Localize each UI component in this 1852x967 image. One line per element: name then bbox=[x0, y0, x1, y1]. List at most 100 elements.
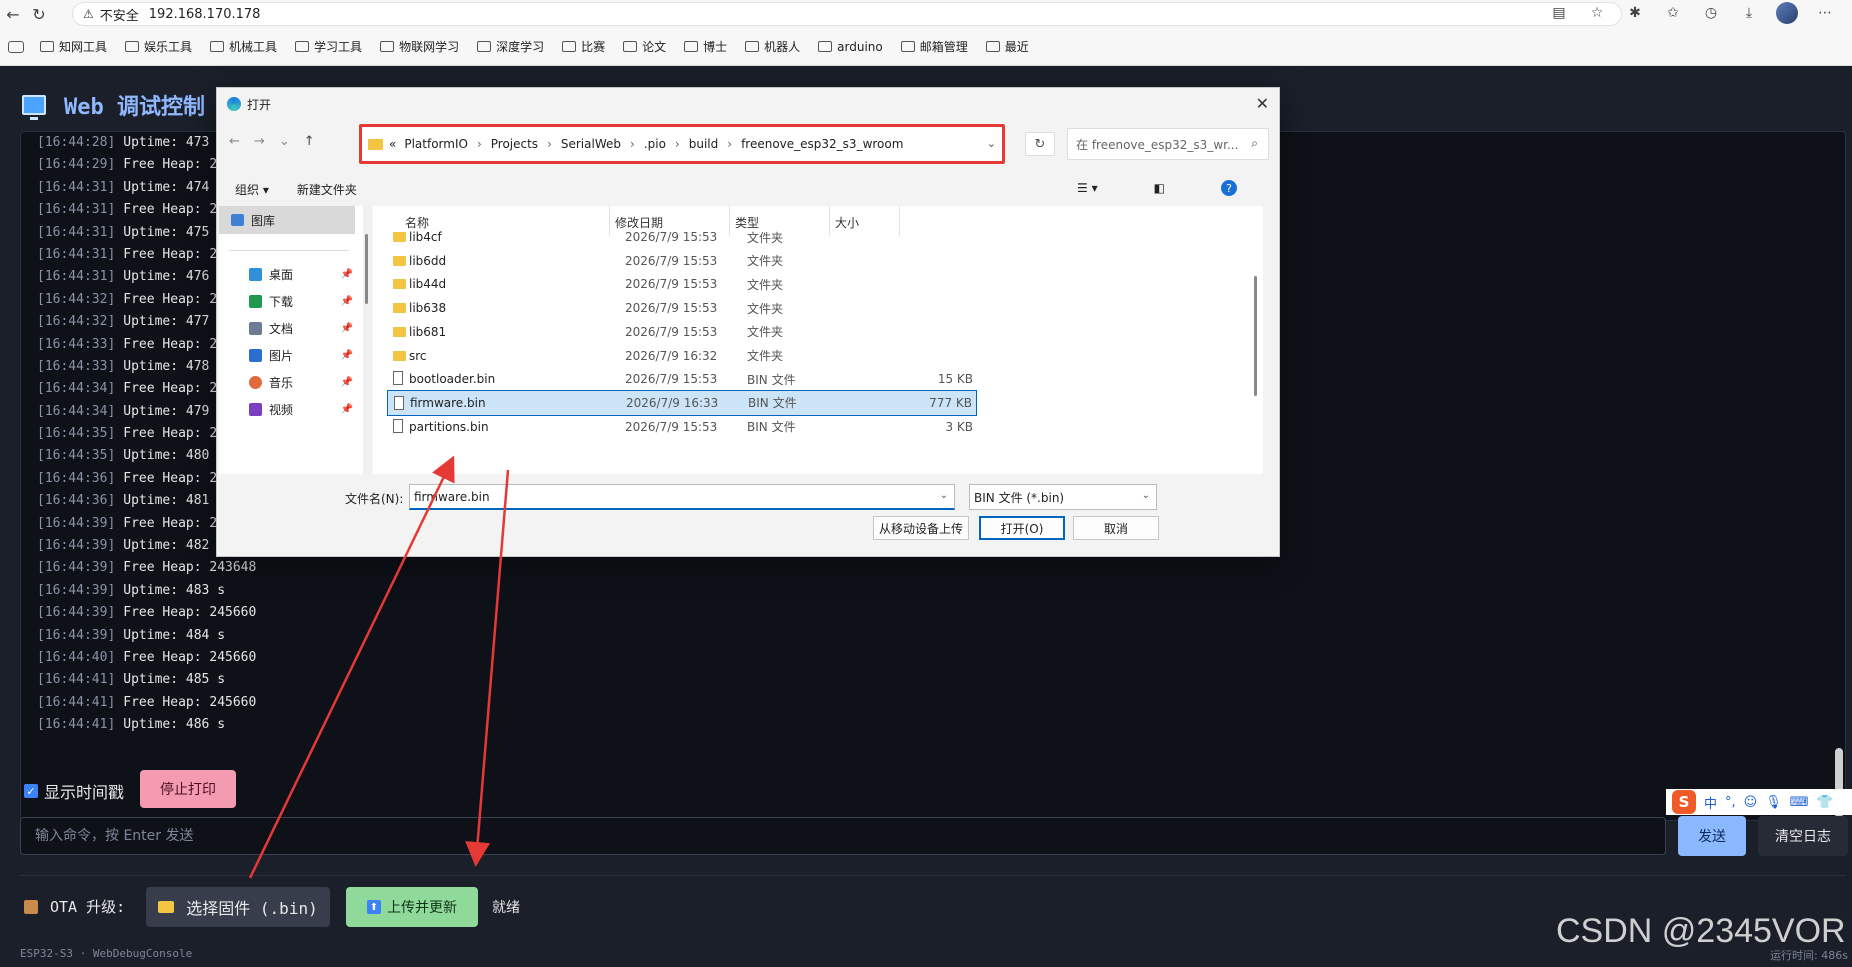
file-date: 2026/7/9 15:53 bbox=[625, 324, 718, 339]
bookmark-item[interactable]: 比赛 bbox=[562, 38, 605, 55]
file-row[interactable]: bootloader.bin 2026/7/9 15:53 BIN 文件 15 KB bbox=[387, 366, 977, 392]
help-icon[interactable]: ? bbox=[1221, 180, 1237, 196]
skin-icon[interactable]: 👕 bbox=[1817, 795, 1833, 810]
folder-icon bbox=[393, 255, 406, 266]
view-menu-icon[interactable]: ☰ ▾ bbox=[1077, 181, 1098, 195]
dialog-title-bar: 打开 ✕ bbox=[217, 88, 1279, 120]
bookmark-item[interactable]: arduino bbox=[818, 40, 883, 54]
reload-icon[interactable]: ↻ bbox=[26, 1, 52, 27]
search-icon: ⌕ bbox=[1251, 136, 1258, 150]
pin-icon: 📌 bbox=[340, 269, 353, 280]
chevron-down-icon[interactable]: ⌄ bbox=[279, 134, 290, 149]
bookmark-item[interactable]: 知网工具 bbox=[40, 38, 107, 55]
file-list-scrollbar[interactable] bbox=[1254, 276, 1257, 396]
choose-firmware-button[interactable]: 选择固件 (.bin) bbox=[146, 887, 330, 927]
filename-input[interactable]: firmware.bin ⌄ bbox=[409, 484, 955, 510]
stop-print-button[interactable]: 停止打印 bbox=[140, 770, 236, 808]
download-icon[interactable]: ⤓ bbox=[1738, 2, 1760, 24]
new-folder-button[interactable]: 新建文件夹 bbox=[297, 181, 357, 198]
filetype-select[interactable]: BIN 文件 (*.bin) ⌄ bbox=[969, 484, 1157, 510]
show-timestamp-toggle[interactable]: ✓ 显示时间戳 bbox=[24, 779, 124, 803]
file-list: 名称 修改日期 类型 大小 lib4cf 2026/7/9 15:53 文件夹 lib… bbox=[373, 206, 1263, 474]
file-row[interactable]: lib4cf 2026/7/9 15:53 文件夹 bbox=[387, 224, 977, 250]
chevron-right-icon: › bbox=[674, 137, 680, 151]
sidebar-item-videos[interactable]: 视频 📌 bbox=[249, 401, 359, 418]
file-row[interactable]: partitions.bin 2026/7/9 15:53 BIN 文件 3 KB bbox=[387, 414, 977, 440]
sidebar-item-pictures[interactable]: 图片 📌 bbox=[249, 347, 359, 364]
chevron-down-icon[interactable]: ⌄ bbox=[940, 490, 948, 501]
path-breadcrumb[interactable]: « PlatformIO › Projects › SerialWeb › .p… bbox=[359, 124, 1005, 164]
file-row[interactable]: src 2026/7/9 16:32 文件夹 bbox=[387, 343, 977, 369]
console-scrollbar[interactable] bbox=[1835, 132, 1843, 820]
bookmark-item[interactable]: 博士 bbox=[684, 38, 727, 55]
command-input[interactable] bbox=[20, 817, 1666, 855]
sidebar-item-downloads[interactable]: 下载 📌 bbox=[249, 293, 359, 310]
file-row[interactable]: lib6dd 2026/7/9 15:53 文件夹 bbox=[387, 248, 977, 274]
star-icon[interactable]: ☆ bbox=[1586, 2, 1608, 24]
send-button[interactable]: 发送 bbox=[1678, 816, 1746, 856]
organize-button[interactable]: 组织 ▾ bbox=[235, 181, 269, 198]
chevron-down-icon[interactable]: ⌄ bbox=[1142, 490, 1150, 501]
upload-update-button[interactable]: ⬆ 上传并更新 bbox=[346, 887, 478, 927]
extensions-icon[interactable]: ✱ bbox=[1624, 2, 1646, 24]
bookmark-item[interactable]: 最近 bbox=[985, 38, 1029, 55]
file-row[interactable]: lib638 2026/7/9 15:53 文件夹 bbox=[387, 295, 977, 321]
bookmark-item[interactable]: 娱乐工具 bbox=[125, 38, 192, 55]
preview-pane-icon[interactable]: ◧ bbox=[1154, 181, 1165, 195]
close-icon[interactable]: ✕ bbox=[1256, 94, 1269, 113]
path-prefix[interactable]: « bbox=[389, 137, 396, 151]
file-row[interactable]: lib44d 2026/7/9 15:53 文件夹 bbox=[387, 271, 977, 297]
log-timestamp: [16:44:39] bbox=[37, 560, 116, 576]
keyboard-icon[interactable]: ⌨ bbox=[1790, 795, 1809, 810]
punctuation-icon[interactable]: °, bbox=[1725, 795, 1736, 810]
back-icon[interactable]: ← bbox=[229, 134, 240, 149]
tab-actions-icon[interactable] bbox=[8, 40, 24, 53]
mic-icon[interactable]: 🎙 bbox=[1765, 795, 1782, 810]
sidebar-item-music[interactable]: 音乐 📌 bbox=[249, 374, 359, 391]
ime-toolbar[interactable]: S 中 °, ☺ 🎙 ⌨ 👕 bbox=[1666, 789, 1852, 815]
breadcrumb-item[interactable]: SerialWeb bbox=[561, 137, 621, 151]
bookmark-item[interactable]: 邮箱管理 bbox=[900, 38, 968, 55]
bookmark-item[interactable]: 学习工具 bbox=[295, 38, 362, 55]
back-icon[interactable]: ← bbox=[0, 1, 26, 27]
file-date: 2026/7/9 16:33 bbox=[626, 395, 719, 410]
file-row[interactable]: lib681 2026/7/9 15:53 文件夹 bbox=[387, 319, 977, 345]
chevron-down-icon[interactable]: ⌄ bbox=[987, 137, 996, 150]
file-type: 文件夹 bbox=[747, 230, 784, 245]
breadcrumb-item[interactable]: PlatformIO bbox=[404, 137, 468, 151]
up-icon[interactable]: ↑ bbox=[304, 134, 315, 149]
sidebar-item-documents[interactable]: 文档 📌 bbox=[249, 320, 359, 337]
avatar[interactable] bbox=[1776, 2, 1798, 24]
emoji-icon[interactable]: ☺ bbox=[1744, 795, 1758, 810]
breadcrumb-item[interactable]: freenove_esp32_s3_wroom bbox=[741, 137, 903, 151]
file-row[interactable]: firmware.bin 2026/7/9 16:33 BIN 文件 777 KB bbox=[387, 389, 977, 416]
address-bar[interactable]: ⚠ 不安全 192.168.170.178 bbox=[72, 2, 1622, 26]
bookmark-item[interactable]: 深度学习 bbox=[477, 38, 544, 55]
checkbox[interactable]: ✓ bbox=[24, 784, 38, 798]
forward-icon[interactable]: → bbox=[254, 134, 265, 149]
clear-log-button[interactable]: 清空日志 bbox=[1758, 816, 1848, 856]
breadcrumb-item[interactable]: build bbox=[689, 137, 719, 151]
open-button[interactable]: 打开(O) bbox=[979, 516, 1065, 540]
bookmark-item[interactable]: 机械工具 bbox=[210, 38, 277, 55]
file-name: lib44d bbox=[409, 277, 447, 292]
sidebar-item-desktop[interactable]: 桌面 📌 bbox=[249, 266, 359, 283]
sogou-icon: S bbox=[1672, 790, 1696, 814]
favorites-icon[interactable]: ✩ bbox=[1662, 2, 1684, 24]
breadcrumb-item[interactable]: Projects bbox=[491, 137, 538, 151]
refresh-icon[interactable]: ↻ bbox=[1025, 132, 1055, 156]
bookmark-item[interactable]: 机器人 bbox=[745, 38, 800, 55]
search-input[interactable]: 在 freenove_esp32_s3_wr... ⌕ bbox=[1067, 128, 1269, 160]
cancel-button[interactable]: 取消 bbox=[1073, 516, 1159, 540]
upload-from-mobile-button[interactable]: 从移动设备上传 bbox=[873, 516, 969, 540]
history-icon[interactable]: ◷ bbox=[1700, 2, 1722, 24]
page-title: Web 调试控制 bbox=[22, 89, 205, 121]
sidebar-scrollbar[interactable] bbox=[363, 206, 371, 474]
sidebar-item-gallery[interactable]: 图库 bbox=[219, 206, 355, 234]
breadcrumb-item[interactable]: .pio bbox=[644, 137, 666, 151]
bookmark-item[interactable]: 论文 bbox=[623, 38, 666, 55]
reader-icon[interactable]: ▤ bbox=[1548, 2, 1570, 24]
more-icon[interactable]: ⋯ bbox=[1814, 2, 1836, 24]
bookmark-item[interactable]: 物联网学习 bbox=[380, 38, 459, 55]
ime-mode[interactable]: 中 bbox=[1704, 793, 1717, 812]
